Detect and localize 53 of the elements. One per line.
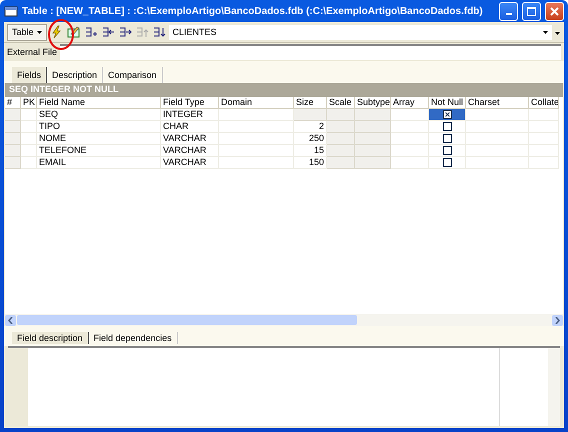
move-down-icon[interactable] xyxy=(152,25,166,39)
window-title: Table : [NEW_TABLE] : :C:\ExemploArtigo\BancoDados.fdb (:C:\ExemploArtigo\BancoDados.fdb) xyxy=(22,6,484,16)
column-header[interactable]: Domain xyxy=(219,97,294,109)
close-button[interactable] xyxy=(545,2,564,20)
column-header[interactable]: Array xyxy=(391,97,429,109)
column-header[interactable]: Field Name xyxy=(37,97,161,109)
table-cell: CHAR xyxy=(161,121,219,133)
table-cell xyxy=(294,109,327,121)
tab[interactable]: Fields xyxy=(12,67,48,83)
table-cell: EMAIL xyxy=(37,157,161,169)
checkbox[interactable] xyxy=(442,146,452,155)
checkbox[interactable] xyxy=(442,134,452,143)
column-header[interactable]: PK xyxy=(21,97,37,109)
external-file-field[interactable] xyxy=(60,44,561,60)
add-field-icon[interactable] xyxy=(84,25,98,39)
edit-icon[interactable] xyxy=(66,25,81,39)
append-field-icon[interactable] xyxy=(118,25,132,39)
minimize-button[interactable] xyxy=(499,2,518,20)
table-cell: VARCHAR xyxy=(161,157,219,169)
table-cell: VARCHAR xyxy=(161,133,219,145)
table-cell: NOME xyxy=(37,133,161,145)
caret-icon xyxy=(543,30,548,34)
highlight-circle xyxy=(48,19,74,50)
table-icon xyxy=(4,4,18,18)
column-header[interactable]: Not Null xyxy=(429,97,466,109)
table-combo[interactable]: CLIENTES xyxy=(168,24,552,40)
tab[interactable]: Field dependencies xyxy=(88,332,178,344)
maximize-button[interactable] xyxy=(522,2,541,20)
caret-icon xyxy=(36,30,42,34)
table-cell: TELEFONE xyxy=(37,145,161,157)
table-menu-button[interactable]: Table xyxy=(7,24,47,40)
field-summary: SEQ INTEGER NOT NULL xyxy=(5,83,563,97)
checkbox[interactable] xyxy=(442,110,452,119)
checkbox[interactable] xyxy=(442,158,452,167)
overflow-icon[interactable] xyxy=(555,29,561,35)
maximize-icon xyxy=(527,6,536,16)
table-cell: VARCHAR xyxy=(161,145,219,157)
column-header[interactable]: Size xyxy=(294,97,327,109)
external-file-label: External File xyxy=(7,47,58,57)
table-cell: INTEGER xyxy=(161,109,219,121)
scroll-left-button[interactable] xyxy=(5,314,16,326)
close-icon xyxy=(550,6,559,16)
column-header[interactable]: Field Type xyxy=(161,97,219,109)
tab[interactable]: Field description xyxy=(12,332,89,344)
scroll-right-button[interactable] xyxy=(552,314,563,326)
table-cell: TIPO xyxy=(37,121,161,133)
insert-field-icon[interactable] xyxy=(100,25,115,39)
table-cell: SEQ xyxy=(37,109,161,121)
column-header[interactable]: Charset xyxy=(466,97,529,109)
minimize-icon xyxy=(506,12,512,14)
checkbox[interactable] xyxy=(442,122,452,131)
description-panel[interactable] xyxy=(8,346,560,426)
scrollbar-thumb[interactable] xyxy=(17,315,357,325)
